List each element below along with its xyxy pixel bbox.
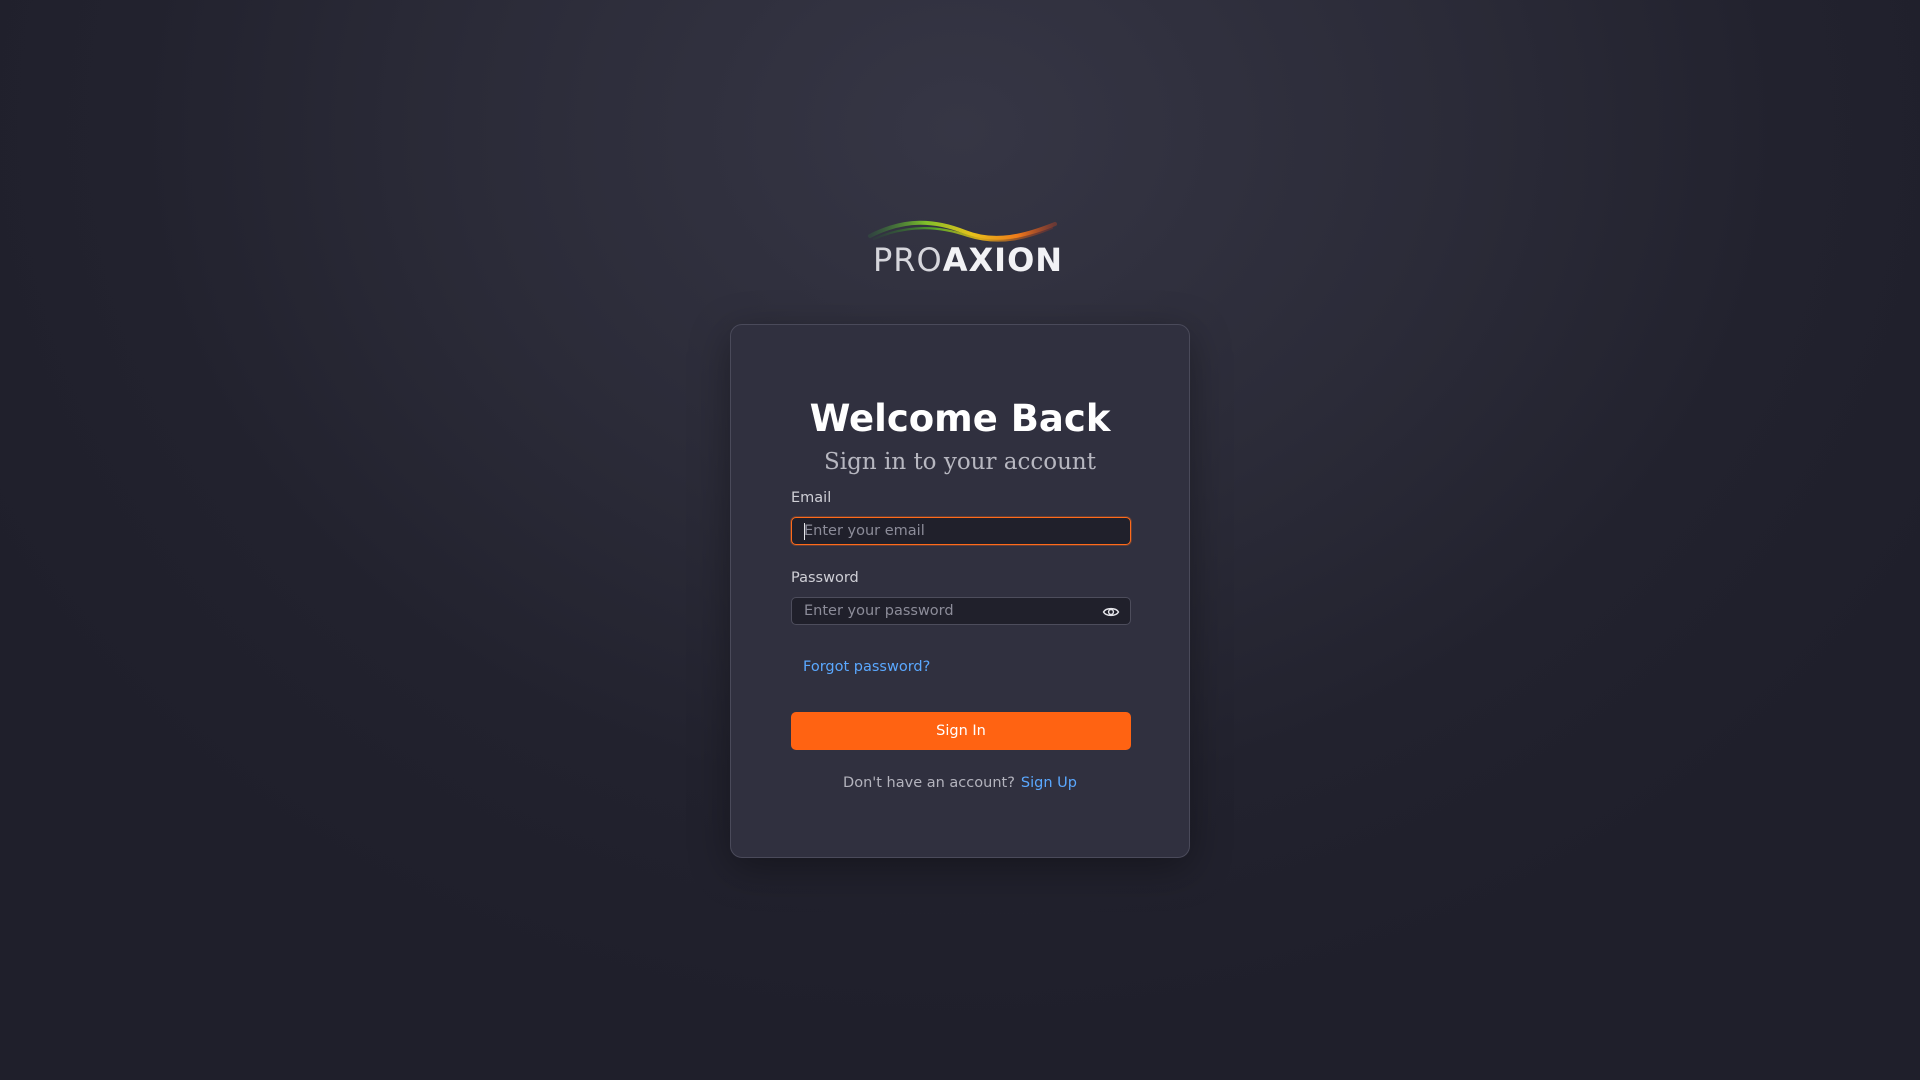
login-card: Welcome Back Sign in to your account Ema…: [730, 324, 1190, 858]
sign-in-button[interactable]: Sign In: [791, 712, 1131, 750]
password-field[interactable]: [792, 598, 1130, 624]
page-subtitle: Sign in to your account: [824, 449, 1096, 475]
text-caret: [804, 523, 805, 540]
password-label: Password: [791, 570, 859, 586]
email-field[interactable]: [792, 518, 1130, 544]
signup-row: Don't have an account? Sign Up: [731, 776, 1189, 791]
password-field-wrapper: [791, 597, 1131, 625]
page-title: Welcome Back: [809, 397, 1111, 440]
email-field-wrapper: [791, 517, 1131, 545]
email-label: Email: [791, 490, 832, 506]
signup-prompt: Don't have an account?: [843, 775, 1015, 791]
logo-wordmark-bold: AXION: [942, 241, 1064, 279]
logo-wordmark-light: PRO: [873, 241, 943, 279]
logo-wordmark: PROAXION: [873, 244, 1063, 276]
forgot-password-link[interactable]: Forgot password?: [803, 660, 930, 675]
brand-logo: PROAXION: [860, 214, 1063, 284]
sign-up-link[interactable]: Sign Up: [1021, 775, 1077, 791]
show-password-button[interactable]: [1102, 604, 1120, 620]
eye-icon: [1102, 607, 1120, 617]
